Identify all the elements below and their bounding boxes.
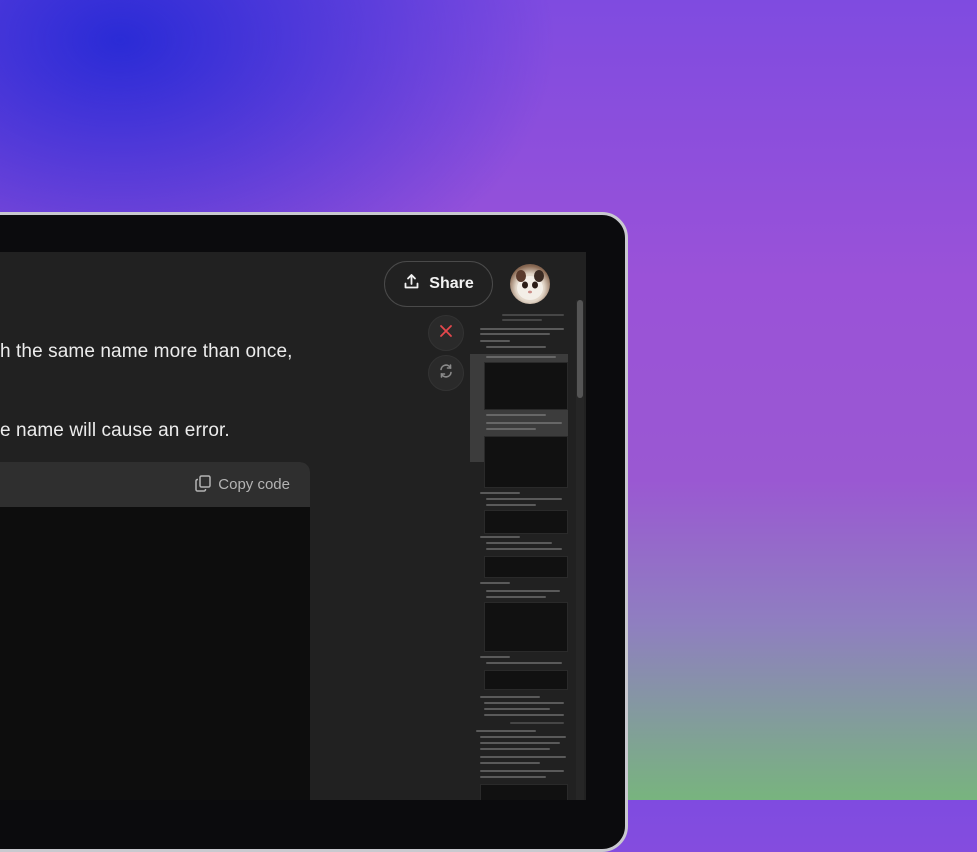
code-block-header: Copy code xyxy=(0,462,310,507)
copy-code-label: Copy code xyxy=(218,476,290,493)
stop-button[interactable] xyxy=(428,315,464,351)
share-label: Share xyxy=(429,275,474,292)
share-button[interactable]: Share xyxy=(384,261,493,307)
upload-icon xyxy=(403,273,420,295)
scrollbar-thumb[interactable] xyxy=(577,300,583,398)
message-text-line: e name will cause an error. xyxy=(0,420,230,441)
copy-code-button[interactable]: Copy code xyxy=(194,474,290,496)
refresh-icon xyxy=(438,363,454,384)
conversation-minimap[interactable] xyxy=(470,310,568,800)
avatar[interactable] xyxy=(510,264,550,304)
message-text-line: h the same name more than once, xyxy=(0,341,293,362)
regenerate-button[interactable] xyxy=(428,355,464,391)
scrollbar[interactable] xyxy=(576,300,584,800)
copy-icon xyxy=(194,474,212,496)
code-block: Copy code xyxy=(0,462,310,800)
close-icon xyxy=(439,324,453,343)
